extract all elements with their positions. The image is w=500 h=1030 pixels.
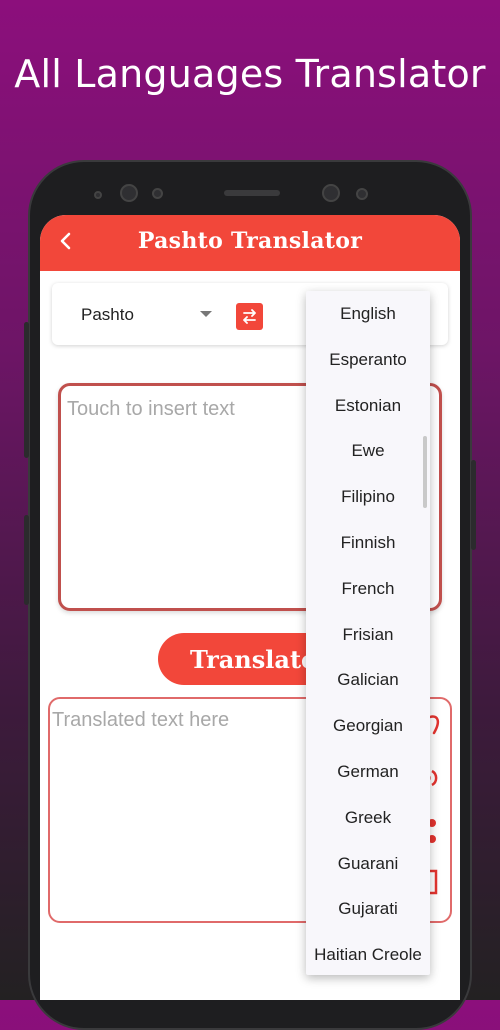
output-placeholder: Translated text here: [52, 709, 230, 731]
dropdown-item-estonian[interactable]: Estonian: [306, 383, 430, 429]
dropdown-item-filipino[interactable]: Filipino: [306, 474, 430, 520]
phone-side-button: [471, 460, 476, 550]
sensor-dot: [356, 188, 368, 200]
dropdown-item-french[interactable]: French: [306, 566, 430, 612]
promo-title: All Languages Translator: [14, 52, 486, 96]
source-language-select[interactable]: Pashto: [81, 305, 134, 325]
dropdown-item-gujarati[interactable]: Gujarati: [306, 886, 430, 932]
swap-languages-button[interactable]: [236, 303, 263, 330]
phone-side-button: [24, 515, 29, 605]
language-dropdown-menu: English Esperanto Estonian Ewe Filipino Finni…: [306, 291, 430, 975]
dropdown-item-georgian[interactable]: Georgian: [306, 703, 430, 749]
front-camera: [120, 184, 138, 202]
swap-icon: [243, 309, 256, 324]
sensor-dot: [94, 191, 102, 199]
input-placeholder: Touch to insert text: [67, 398, 235, 420]
dropdown-item-haitian-creole[interactable]: Haitian Creole: [306, 932, 430, 975]
app-title: Pashto Translator: [137, 228, 363, 254]
dropdown-item-frisian[interactable]: Frisian: [306, 612, 430, 658]
sensor-dot: [152, 188, 163, 199]
dropdown-item-english[interactable]: English: [306, 291, 430, 337]
dropdown-item-finnish[interactable]: Finnish: [306, 520, 430, 566]
dropdown-item-galician[interactable]: Galician: [306, 657, 430, 703]
app-screen: Pashto Translator Pashto Touch to insert…: [40, 215, 460, 1000]
translate-button-label: Translate: [190, 645, 317, 674]
phone-speaker: [224, 190, 280, 196]
dropdown-item-esperanto[interactable]: Esperanto: [306, 337, 430, 383]
dropdown-item-guarani[interactable]: Guarani: [306, 841, 430, 887]
front-camera: [322, 184, 340, 202]
app-bar: Pashto Translator: [40, 215, 460, 271]
dropdown-arrow-icon[interactable]: [200, 311, 212, 317]
dropdown-scrollbar[interactable]: [423, 436, 427, 508]
phone-side-button: [24, 322, 29, 458]
dropdown-item-greek[interactable]: Greek: [306, 795, 430, 841]
dropdown-list: English Esperanto Estonian Ewe Filipino Finni…: [306, 291, 430, 975]
dropdown-item-ewe[interactable]: Ewe: [306, 428, 430, 474]
dropdown-item-german[interactable]: German: [306, 749, 430, 795]
